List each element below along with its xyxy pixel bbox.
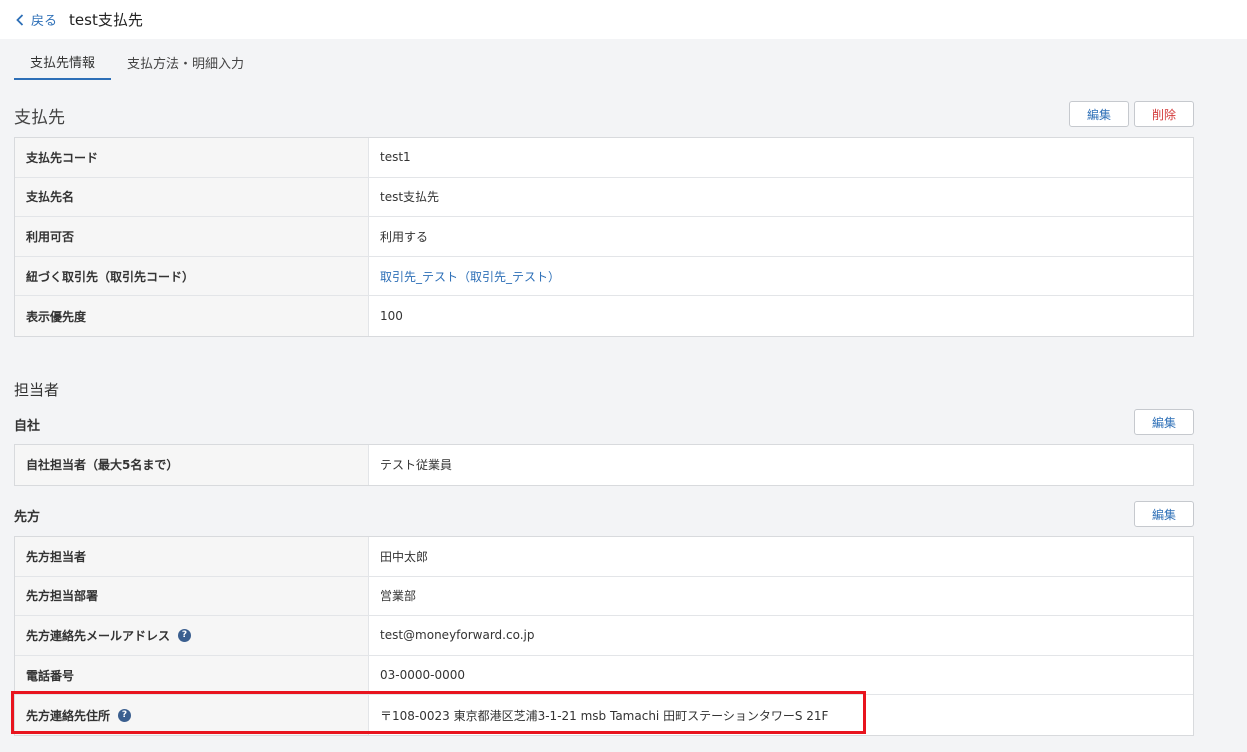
partner-email-value: test@moneyforward.co.jp [380, 628, 535, 643]
phone-label: 電話番号 [15, 655, 369, 695]
table-row: 先方連絡先メールアドレス ? test@moneyforward.co.jp [15, 616, 1193, 656]
availability-label: 利用可否 [15, 217, 369, 256]
question-circle-icon[interactable]: ? [118, 708, 132, 722]
payee-name-label: 支払先名 [15, 177, 369, 217]
table-row: 先方担当者 田中太郎 [15, 537, 1193, 577]
table-row: 利用可否 利用する [15, 217, 1193, 257]
partner-email-label-cell: 先方連絡先メールアドレス ? [15, 616, 369, 655]
own-contact-value: テスト従業員 [380, 458, 453, 473]
table-row: 表示優先度 100 [15, 296, 1193, 336]
payee-delete-button[interactable]: 削除 [1134, 101, 1194, 127]
partner-title: 先方 [14, 510, 41, 525]
page-title: test支払先 [69, 11, 143, 29]
table-row: 電話番号 03-0000-0000 [15, 655, 1193, 696]
top-bar: 戻る test支払先 [0, 0, 1247, 39]
partner-department-value: 営業部 [380, 589, 417, 604]
own-company-edit-button[interactable]: 編集 [1134, 409, 1194, 435]
payee-code-label: 支払先コード [15, 138, 369, 177]
table-row: 先方連絡先住所 ? 〒108-0023 東京都港区芝浦3-1-21 msb Ta… [15, 695, 1193, 735]
tab-payment-method[interactable]: 支払方法・明細入力 [111, 44, 260, 80]
payee-name-value: test支払先 [380, 190, 440, 205]
table-row: 自社担当者（最大5名まで） テスト従業員 [15, 445, 1193, 485]
chevron-left-icon [16, 13, 24, 26]
tab-bar: 支払先情報 支払方法・明細入力 [14, 44, 260, 80]
table-row: 先方担当部署 営業部 [15, 576, 1193, 617]
partner-contact-table: 先方担当者 田中太郎 先方担当部署 営業部 先方連絡先メールアドレス ? tes… [14, 536, 1194, 736]
partner-address-label-cell: 先方連絡先住所 ? [15, 695, 369, 735]
display-priority-value: 100 [380, 309, 403, 324]
table-row: 紐づく取引先（取引先コード） 取引先_テスト（取引先_テスト） [15, 256, 1193, 297]
payee-edit-button[interactable]: 編集 [1069, 101, 1129, 127]
own-contact-label: 自社担当者（最大5名まで） [15, 445, 369, 485]
partner-edit-button[interactable]: 編集 [1134, 501, 1194, 527]
own-company-title: 自社 [14, 419, 41, 434]
linked-partner-label: 紐づく取引先（取引先コード） [15, 256, 369, 296]
back-link[interactable]: 戻る [16, 10, 57, 29]
question-circle-icon[interactable]: ? [178, 628, 192, 642]
partner-address-value: 〒108-0023 東京都港区芝浦3-1-21 msb Tamachi 田町ステ… [380, 708, 829, 723]
payee-section-title: 支払先 [14, 108, 65, 128]
table-row: 支払先名 test支払先 [15, 177, 1193, 218]
payee-table: 支払先コード test1 支払先名 test支払先 利用可否 利用する 紐づく取… [14, 137, 1194, 337]
partner-person-value: 田中太郎 [380, 549, 429, 564]
payee-code-value: test1 [380, 150, 411, 165]
display-priority-label: 表示優先度 [15, 296, 369, 336]
partner-email-label: 先方連絡先メールアドレス [26, 628, 171, 643]
phone-value: 03-0000-0000 [380, 668, 466, 683]
contact-section-title: 担当者 [14, 381, 60, 399]
tab-payee-info[interactable]: 支払先情報 [14, 44, 112, 80]
own-contact-table: 自社担当者（最大5名まで） テスト従業員 [14, 444, 1194, 486]
partner-person-label: 先方担当者 [15, 537, 369, 576]
linked-partner-link[interactable]: 取引先_テスト（取引先_テスト） [369, 257, 1193, 296]
partner-address-label: 先方連絡先住所 [26, 708, 111, 723]
availability-value: 利用する [380, 229, 429, 244]
table-row: 支払先コード test1 [15, 138, 1193, 178]
partner-department-label: 先方担当部署 [15, 576, 369, 616]
back-label: 戻る [31, 14, 58, 29]
